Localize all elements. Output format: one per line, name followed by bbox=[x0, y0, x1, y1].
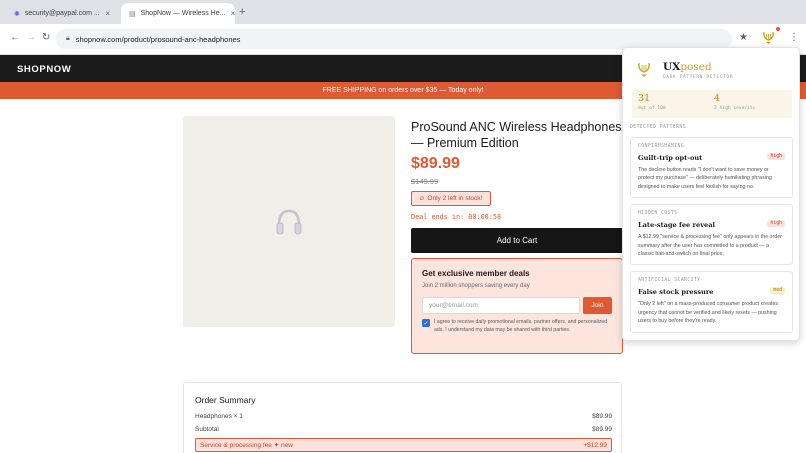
browser-tab-shopnow[interactable]: ▤ ShopNow — Wireless He... × bbox=[121, 3, 235, 24]
extension-title-main: UX bbox=[663, 61, 681, 73]
deal-label: Deal ends in: bbox=[411, 213, 469, 221]
browser-tab-bar: ✺ security@paypal.com ... × ▤ ShopNow — … bbox=[0, 0, 806, 24]
stock-text: Only 2 left in stock! bbox=[427, 195, 483, 202]
pattern-name: Late-stage fee reveal bbox=[638, 221, 716, 230]
flame-icon: 🔥︎ bbox=[419, 194, 425, 202]
site-logo[interactable]: SHOPNOW bbox=[17, 64, 71, 75]
extension-title: UXposed bbox=[663, 61, 712, 73]
order-row-label: Subtotal bbox=[195, 426, 219, 433]
deal-timer: 00:00:58 bbox=[468, 213, 502, 221]
product-title: ProSound ANC Wireless Headphones — Premi… bbox=[411, 120, 622, 150]
extension-subtitle: DARK PATTERN DETECTOR bbox=[663, 75, 734, 80]
member-deals-subtitle: Join 2 million shoppers saving every day bbox=[422, 283, 530, 289]
low-stock-badge: 🔥︎ Only 2 left in stock! bbox=[411, 191, 491, 206]
order-row: Headphones × 1 $89.99 bbox=[195, 413, 612, 420]
score-panel: 31 out of 100 4 2 high severity bbox=[632, 90, 792, 118]
pattern-card[interactable]: HIDDEN COSTS Late-stage fee reveal high … bbox=[630, 204, 793, 266]
reload-icon[interactable]: ↻ bbox=[42, 32, 50, 43]
bookmark-star-icon[interactable]: ★ bbox=[739, 32, 748, 43]
order-row-value: $89.99 bbox=[592, 426, 612, 433]
back-arrow-icon[interactable]: ← bbox=[10, 32, 20, 43]
pattern-name: False stock pressure bbox=[638, 288, 714, 297]
shop-favicon-icon: ▤ bbox=[129, 10, 136, 18]
consent-text: I agree to receive daily promotional ema… bbox=[434, 319, 608, 333]
pattern-description: A $12.99 "service & processing fee" only… bbox=[638, 234, 782, 258]
pattern-category: HIDDEN COSTS bbox=[638, 211, 678, 217]
member-deals-title: Get exclusive member deals bbox=[422, 269, 530, 278]
lock-icon: 🔒︎ bbox=[66, 35, 70, 42]
lyre-logo-icon bbox=[638, 62, 650, 77]
original-price: $149.99 bbox=[411, 177, 439, 186]
order-row-label: Headphones × 1 bbox=[195, 413, 243, 420]
close-tab-icon[interactable]: × bbox=[105, 9, 110, 18]
pattern-category: CONFIRMSHAMING bbox=[638, 144, 685, 149]
lyre-icon bbox=[762, 31, 774, 44]
product-price: $89.99 bbox=[411, 155, 460, 172]
mail-favicon-icon: ✺ bbox=[14, 10, 20, 18]
url-text: shopnow.com/product/prosound-anc-headpho… bbox=[75, 34, 241, 44]
score-label: out of 100 bbox=[638, 106, 666, 111]
consent-checkbox[interactable]: ✓ bbox=[422, 319, 430, 327]
extension-title-accent: posed bbox=[680, 61, 712, 73]
severity-badge: high bbox=[767, 220, 785, 228]
add-to-cart-button[interactable]: Add to Cart bbox=[411, 228, 623, 253]
pattern-list: CONFIRMSHAMING Guilt-trip opt-out high T… bbox=[630, 137, 793, 339]
severity-label: 2 high severity bbox=[714, 106, 756, 111]
fee-row: Service & processing fee ✦ new +$12.99 bbox=[195, 438, 612, 452]
extension-badge-dot bbox=[776, 27, 780, 31]
member-deals-box: Get exclusive member deals Join 2 millio… bbox=[411, 258, 623, 354]
order-summary-title: Order Summary bbox=[195, 395, 256, 405]
uxposed-popup: UXposed DARK PATTERN DETECTOR 31 out of … bbox=[622, 47, 800, 341]
uxposed-extension-button[interactable] bbox=[760, 30, 776, 46]
email-field[interactable] bbox=[422, 297, 580, 314]
deal-countdown: Deal ends in: 00:00:58 bbox=[411, 213, 501, 221]
severity-badge: high bbox=[767, 153, 785, 160]
tab-label: ShopNow — Wireless He... bbox=[140, 10, 226, 17]
score-value: 31 bbox=[638, 93, 651, 104]
close-tab-icon[interactable]: × bbox=[230, 9, 235, 18]
browser-tab-paypal[interactable]: ✺ security@paypal.com ... × bbox=[6, 3, 118, 24]
tab-label: security@paypal.com ... bbox=[24, 10, 100, 17]
new-tab-button[interactable]: + bbox=[239, 6, 245, 18]
product-image bbox=[183, 116, 395, 327]
pattern-description: "Only 2 left" on a mass-produced consume… bbox=[638, 301, 779, 325]
pattern-card[interactable]: CONFIRMSHAMING Guilt-trip opt-out high T… bbox=[630, 137, 793, 199]
headphones-icon bbox=[276, 209, 302, 234]
join-button[interactable]: Join bbox=[583, 297, 612, 314]
order-row-value: $89.99 bbox=[592, 413, 612, 420]
forward-arrow-icon[interactable]: → bbox=[26, 32, 36, 43]
order-row: Subtotal $89.99 bbox=[195, 426, 612, 433]
pattern-category: ARTIFICIAL SCARCITY bbox=[638, 278, 701, 284]
order-row-value: +$12.99 bbox=[583, 441, 607, 449]
pattern-description: The decline button reads "I don't want t… bbox=[638, 167, 772, 190]
order-summary: Order Summary Headphones × 1 $89.99 Subt… bbox=[183, 382, 622, 453]
pattern-card[interactable]: ARTIFICIAL SCARCITY False stock pressure… bbox=[630, 271, 793, 333]
pattern-count: 4 bbox=[714, 93, 721, 104]
order-row-label: Service & processing fee ✦ new bbox=[200, 442, 293, 449]
url-bar[interactable]: 🔒︎ shopnow.com/product/prosound-anc-head… bbox=[56, 29, 732, 49]
detected-patterns-heading: DETECTED PATTERNS bbox=[630, 125, 686, 130]
pattern-name: Guilt-trip opt-out bbox=[638, 154, 703, 162]
browser-menu-icon[interactable]: ⋮ bbox=[789, 32, 799, 43]
severity-badge: med bbox=[770, 287, 785, 295]
